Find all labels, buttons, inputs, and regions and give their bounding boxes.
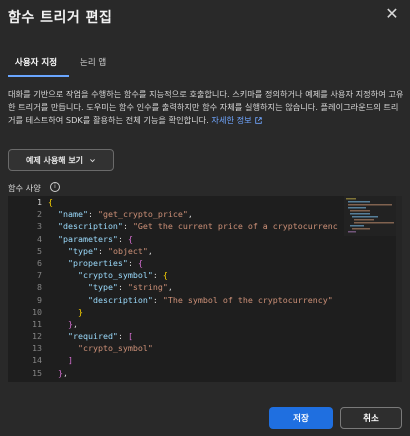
code-token: :	[127, 257, 138, 268]
code-token: ,	[187, 209, 193, 220]
tab-logic-apps[interactable]: 논리 앱	[80, 56, 106, 68]
code-token: [	[127, 331, 133, 342]
line-number: 6	[37, 257, 42, 268]
line-number: 5	[37, 245, 42, 256]
code-token: :	[152, 270, 163, 281]
line-number: 7	[37, 270, 42, 281]
code-token: "get_crypto_price"	[97, 209, 188, 220]
code-line[interactable]: "name": "get_crypto_price",	[48, 208, 338, 220]
code-token: }	[48, 367, 63, 378]
description: 대화를 기반으로 작업을 수행하는 함수를 지능적으로 호출합니다. 스키마를 …	[8, 88, 404, 127]
code-line[interactable]: "crypto_symbol"	[48, 342, 338, 354]
code-line[interactable]: "parameters": {	[48, 233, 338, 245]
code-token: :	[117, 331, 128, 342]
code-token: ,	[147, 245, 153, 256]
code-line[interactable]: "type": "object",	[48, 245, 338, 257]
code-token: }	[48, 318, 73, 329]
code-token: "parameters"	[48, 233, 118, 244]
external-link-icon	[254, 117, 262, 124]
line-number: 14	[32, 355, 42, 366]
line-number-gutter: 1 2 3 4 5 6 7 8 9 10 11 12 13 14 15	[8, 196, 44, 382]
code-token: "name"	[48, 209, 88, 220]
code-token: :	[117, 233, 128, 244]
edit-function-trigger-dialog: 함수 트리거 편집 ✕ 사용자 지정 논리 앱 대화를 기반으로 작업을 수행하…	[0, 0, 410, 436]
code-token: :	[117, 282, 128, 293]
code-token: ,	[167, 282, 173, 293]
code-line[interactable]: },	[48, 367, 338, 379]
save-button[interactable]: 저장	[269, 407, 333, 429]
code-token: :	[152, 294, 163, 305]
close-icon[interactable]: ✕	[383, 5, 401, 23]
line-number: 4	[37, 233, 42, 244]
learn-more-link[interactable]: 자세한 정보	[211, 115, 262, 125]
line-number: 1	[37, 197, 42, 207]
code-token: ,	[72, 318, 78, 329]
code-token: "object"	[107, 245, 148, 256]
editor-scrollbar[interactable]	[396, 196, 402, 382]
editor-minimap[interactable]	[344, 196, 396, 236]
code-editor[interactable]: 1 2 3 4 5 6 7 8 9 10 11 12 13 14 15 { "name": "get_cry…	[8, 196, 402, 382]
code-token: "Get the current price of a cryptocurren…	[132, 221, 338, 232]
code-line[interactable]: "properties": {	[48, 257, 338, 269]
active-tab-indicator	[8, 75, 69, 77]
code-line[interactable]: "description": "The symbol of the crypto…	[48, 294, 338, 306]
code-token: "description"	[48, 221, 123, 232]
code-token: {	[162, 270, 168, 281]
line-number: 10	[32, 306, 42, 317]
code-token: "crypto_symbol"	[48, 343, 153, 354]
code-token: "string"	[127, 282, 168, 293]
chevron-down-icon	[90, 158, 95, 162]
cancel-button[interactable]: 취소	[340, 407, 402, 429]
code-token: "required"	[48, 331, 118, 342]
code-token: "The symbol of the cryptocurrency"	[162, 294, 333, 305]
code-line[interactable]: }	[48, 306, 338, 318]
code-line[interactable]: "crypto_symbol": {	[48, 269, 338, 281]
line-number: 12	[32, 331, 42, 342]
code-token: "type"	[48, 245, 98, 256]
tab-custom[interactable]: 사용자 지정	[15, 56, 57, 68]
code-token: ,	[63, 367, 68, 378]
code-token: "crypto_symbol"	[48, 270, 153, 281]
learn-more-label: 자세한 정보	[211, 115, 252, 125]
line-number: 2	[37, 209, 42, 220]
info-icon[interactable]: i	[50, 182, 60, 192]
line-number: 15	[32, 367, 42, 378]
code-token: {	[48, 197, 53, 207]
code-line[interactable]: "type": "string",	[48, 281, 338, 293]
try-examples-label: 예제 사용해 보기	[25, 155, 84, 165]
code-line[interactable]: {	[48, 196, 338, 208]
code-token: }	[48, 306, 83, 317]
code-line[interactable]: "description": "Get the current price of…	[48, 220, 338, 232]
code-token: "type"	[48, 282, 118, 293]
code-line[interactable]: "required": [	[48, 330, 338, 342]
code-line[interactable]: },	[48, 318, 338, 330]
dialog-title: 함수 트리거 편집	[8, 10, 113, 26]
code-token: "properties"	[48, 257, 128, 268]
line-number: 3	[37, 221, 42, 232]
code-token: {	[127, 233, 133, 244]
line-number: 13	[32, 343, 42, 354]
description-text: 대화를 기반으로 작업을 수행하는 함수를 지능적으로 호출합니다. 스키마를 …	[8, 89, 404, 125]
function-spec-label: 함수 사양	[8, 183, 41, 193]
code-content[interactable]: { "name": "get_crypto_price", "descripti…	[48, 196, 338, 382]
code-token: "description"	[48, 294, 153, 305]
line-number: 9	[37, 294, 42, 305]
code-token: :	[122, 221, 133, 232]
code-token: :	[87, 209, 98, 220]
line-number: 11	[32, 318, 42, 329]
code-line[interactable]: ]	[48, 354, 338, 366]
code-token: {	[137, 257, 143, 268]
line-number: 8	[37, 282, 42, 293]
try-examples-button[interactable]: 예제 사용해 보기	[8, 149, 114, 171]
code-token: ]	[48, 355, 73, 366]
code-token: :	[97, 245, 108, 256]
